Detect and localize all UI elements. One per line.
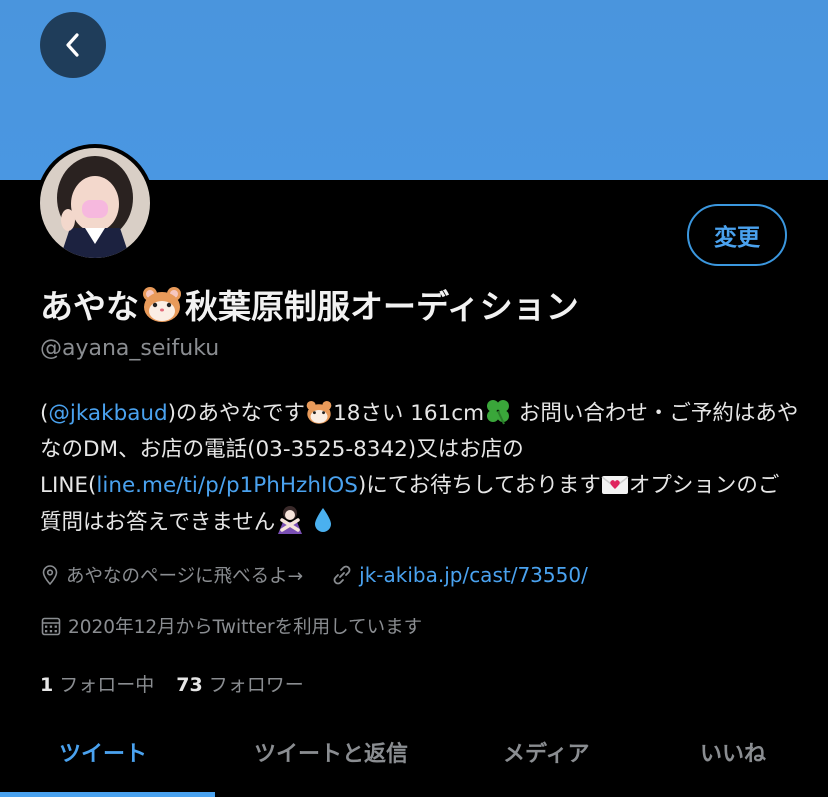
tab-likes[interactable]: いいね bbox=[700, 736, 766, 768]
website-link[interactable]: jk-akiba.jp/cast/73550/ bbox=[359, 563, 588, 587]
chevron-left-icon bbox=[66, 33, 79, 57]
mention-link[interactable]: @jkakbaud bbox=[48, 401, 167, 426]
back-button[interactable] bbox=[40, 12, 106, 78]
bio-text-3: 18さい 161cm bbox=[333, 401, 485, 426]
tab-media[interactable]: メディア bbox=[503, 736, 589, 768]
person-gesturing-no-icon bbox=[278, 506, 303, 534]
following-link[interactable]: 1 フォロー中 bbox=[40, 670, 154, 697]
hamster-emoji-icon bbox=[306, 400, 332, 424]
love-letter-icon bbox=[601, 476, 629, 494]
display-name-part-1: あやな bbox=[40, 287, 139, 326]
link-icon bbox=[331, 564, 353, 586]
tab-tweets[interactable]: ツイート bbox=[59, 736, 147, 768]
profile-meta-row: あやなのページに飛べるよ→ jk-akiba.jp/cast/73550/ bbox=[40, 562, 588, 588]
bio-text-2: )のあやなです bbox=[167, 401, 306, 426]
droplet-icon bbox=[315, 508, 332, 532]
location-text: あやなのページに飛べるよ→ bbox=[66, 566, 304, 587]
display-name-part-2: 秋葉原制服オーディション bbox=[185, 287, 579, 326]
followers-link[interactable]: 73 フォロワー bbox=[176, 670, 303, 697]
following-count: 1 bbox=[40, 674, 54, 696]
avatar[interactable] bbox=[36, 144, 154, 262]
username-handle: @ayana_seifuku bbox=[40, 336, 220, 361]
follow-stats: 1 フォロー中 73 フォロワー bbox=[40, 670, 304, 697]
tab-tweets-and-replies[interactable]: ツイートと返信 bbox=[254, 736, 408, 768]
followers-label: フォロワー bbox=[208, 674, 304, 696]
edit-profile-button[interactable]: 変更 bbox=[687, 204, 787, 266]
hamster-emoji-icon bbox=[143, 287, 181, 322]
profile-bio: (@jkakbaud)のあやなです 18さい 161cm お問い合わせ・ご予約は… bbox=[40, 396, 800, 541]
display-name: あやな 秋葉原制服オーディション bbox=[40, 280, 579, 328]
avatar-photo bbox=[40, 148, 150, 258]
location-pin-icon bbox=[40, 564, 60, 586]
four-leaf-clover-icon bbox=[487, 400, 510, 425]
join-date-row: 2020年12月からTwitterを利用しています bbox=[40, 613, 422, 639]
followers-count: 73 bbox=[176, 674, 203, 696]
following-label: フォロー中 bbox=[59, 674, 155, 696]
active-tab-indicator bbox=[0, 792, 215, 797]
line-link[interactable]: line.me/ti/p/p1PhHzhIOS bbox=[96, 473, 358, 498]
bio-text-5: )にてお待ちしております bbox=[357, 473, 601, 498]
calendar-icon bbox=[40, 615, 62, 637]
join-date-text: 2020年12月からTwitterを利用しています bbox=[68, 617, 423, 638]
